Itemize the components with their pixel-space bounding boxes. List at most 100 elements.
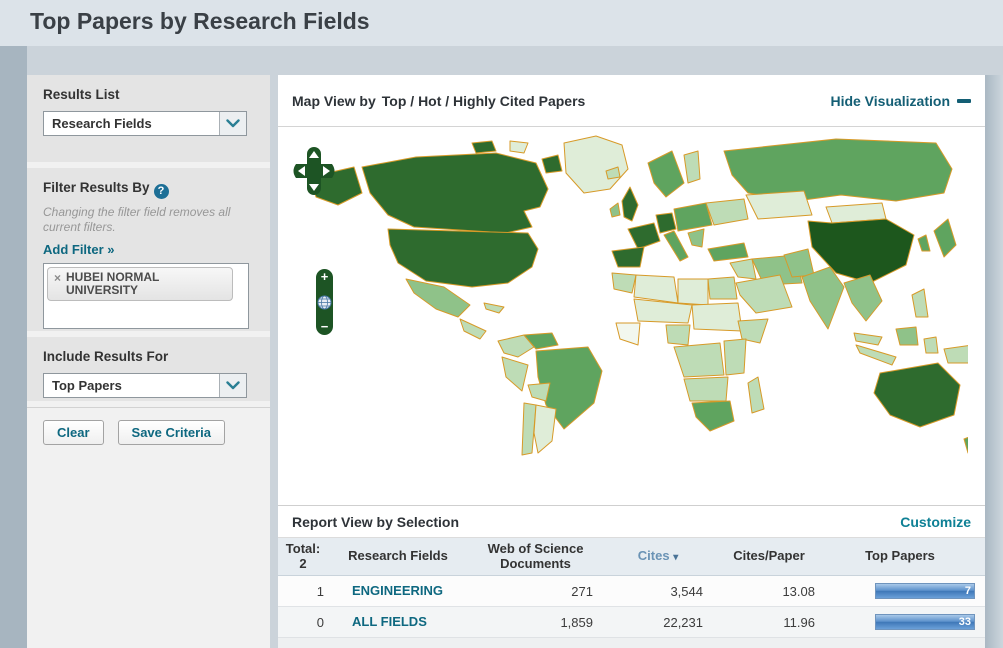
filter-chip-label: HUBEI NORMAL UNIVERSITY	[66, 271, 226, 297]
country-egypt	[708, 277, 737, 299]
region-scandinavia	[648, 151, 684, 197]
research-field-link[interactable]: ENGINEERING	[352, 583, 443, 598]
country-nigeria	[666, 325, 690, 345]
country-uk	[622, 187, 638, 221]
table-footer-filler	[278, 638, 985, 648]
active-filters-box: × HUBEI NORMAL UNIVERSITY	[43, 263, 249, 329]
column-header-cites-sort[interactable]: Cites ▾	[603, 549, 713, 564]
report-view-header: Report View by Selection Customize	[278, 505, 985, 538]
country-south-africa	[692, 401, 734, 431]
region-angola-zambia	[684, 377, 728, 401]
arctic-island	[510, 141, 528, 153]
chevron-down-icon[interactable]	[219, 374, 246, 397]
region-central-europe	[674, 203, 712, 231]
arctic-island	[542, 155, 562, 173]
row-documents: 1,859	[468, 615, 603, 630]
include-results-section: Include Results For Top Papers	[27, 337, 270, 401]
country-finland	[684, 151, 700, 183]
country-kazakhstan	[746, 191, 812, 219]
country-morocco	[612, 273, 636, 293]
globe-icon[interactable]	[317, 295, 332, 310]
sort-down-icon: ▾	[673, 552, 678, 563]
region-balkans	[688, 229, 704, 247]
zoom-control[interactable]: + −	[316, 269, 333, 335]
row-rank: 1	[278, 584, 328, 599]
country-russia	[724, 139, 952, 201]
results-list-selected-value: Research Fields	[44, 116, 219, 131]
column-header-wos-documents: Web of Science Documents	[468, 542, 603, 572]
country-turkey	[708, 243, 748, 261]
row-documents: 271	[468, 584, 603, 599]
row-cites: 22,231	[603, 615, 713, 630]
esi-top-papers-page: Top Papers by Research Fields Results Li…	[0, 0, 1003, 648]
country-spain	[612, 247, 644, 267]
country-ukraine	[706, 199, 748, 225]
remove-filter-icon[interactable]: ×	[54, 271, 61, 285]
filter-chip[interactable]: × HUBEI NORMAL UNIVERSITY	[47, 267, 233, 301]
zoom-in-icon[interactable]: +	[321, 271, 329, 283]
row-cites-per-paper: 11.96	[713, 615, 825, 630]
country-south-korea	[918, 235, 930, 251]
world-choropleth-map[interactable]	[296, 133, 968, 469]
filter-note: Changing the filter field removes all cu…	[43, 205, 254, 235]
left-gutter	[0, 46, 27, 648]
help-icon[interactable]: ?	[154, 184, 169, 199]
save-criteria-button[interactable]: Save Criteria	[118, 420, 226, 445]
country-algeria	[634, 275, 678, 303]
total-header: Total: 2	[278, 542, 328, 572]
clear-button[interactable]: Clear	[43, 420, 104, 445]
row-cites-per-paper: 13.08	[713, 584, 825, 599]
region-west-africa	[616, 323, 640, 345]
filters-sidebar: Results List Research Fields Filter Resu…	[27, 75, 270, 648]
zoom-out-icon[interactable]: −	[321, 321, 329, 333]
island-sulawesi	[924, 337, 938, 353]
column-header-cites-per-paper: Cites/Paper	[713, 549, 825, 564]
hide-visualization-link[interactable]: Hide Visualization	[830, 93, 971, 109]
sidebar-divider	[27, 407, 270, 408]
country-australia	[874, 363, 960, 427]
arctic-island	[472, 141, 496, 153]
top-papers-value: 33	[959, 616, 971, 628]
country-madagascar	[748, 377, 764, 413]
top-papers-bar: 7	[875, 583, 975, 599]
country-japan	[934, 219, 956, 257]
main-panel: Map View byTop / Hot / Highly Cited Pape…	[278, 75, 985, 648]
right-gutter	[985, 75, 1003, 648]
minus-icon	[957, 99, 971, 103]
include-results-select[interactable]: Top Papers	[43, 373, 247, 398]
map-view-header: Map View byTop / Hot / Highly Cited Pape…	[278, 75, 985, 127]
country-new-zealand-south	[964, 435, 968, 453]
country-philippines	[912, 289, 928, 317]
country-greenland	[564, 136, 628, 193]
results-list-section: Results List Research Fields	[27, 75, 270, 162]
country-france	[628, 223, 660, 249]
country-ireland	[610, 203, 620, 217]
results-list-label: Results List	[43, 87, 254, 102]
region-sudan-chad	[692, 303, 742, 331]
country-bolivia	[528, 383, 550, 401]
country-canada	[362, 153, 548, 233]
map-view-title-metric: Top / Hot / Highly Cited Papers	[382, 93, 586, 109]
region-indonesia	[856, 345, 896, 365]
sidebar-buttons: Clear Save Criteria	[43, 420, 225, 445]
column-header-top-papers: Top Papers	[825, 549, 985, 564]
country-iraq	[730, 259, 756, 279]
report-table-header: Total: 2 Research Fields Web of Science …	[278, 538, 985, 576]
research-field-link[interactable]: ALL FIELDS	[352, 614, 427, 629]
region-central-africa	[674, 343, 724, 377]
page-title: Top Papers by Research Fields	[30, 8, 370, 35]
chevron-down-icon[interactable]	[219, 112, 246, 135]
table-row: 1 ENGINEERING 271 3,544 13.08 7	[278, 576, 985, 607]
add-filter-link[interactable]: Add Filter »	[43, 242, 254, 257]
results-list-select[interactable]: Research Fields	[43, 111, 247, 136]
total-value: 2	[278, 557, 328, 572]
region-east-africa	[724, 339, 746, 375]
island-borneo	[896, 327, 918, 345]
pan-control[interactable]	[292, 143, 336, 199]
filter-results-section: Filter Results By? Changing the filter f…	[27, 168, 270, 331]
map-view-title: Map View byTop / Hot / Highly Cited Pape…	[292, 93, 585, 109]
row-rank: 0	[278, 615, 328, 630]
customize-link[interactable]: Customize	[900, 514, 971, 530]
map-countries[interactable]	[310, 136, 968, 455]
country-malaysia	[854, 333, 882, 345]
